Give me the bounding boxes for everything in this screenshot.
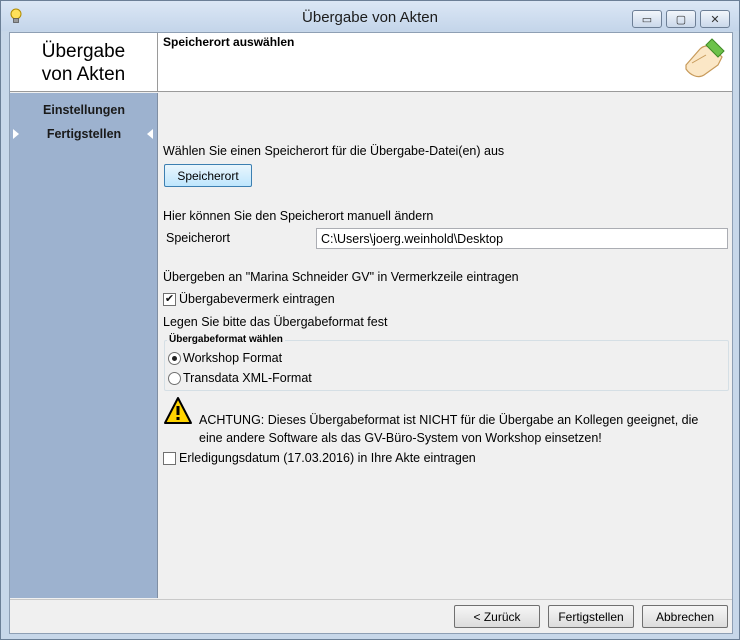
- warning-icon: [164, 397, 192, 424]
- window-title: Übergabe von Akten: [302, 9, 438, 26]
- minimize-button[interactable]: ▭: [632, 10, 662, 28]
- workshop-format-radio[interactable]: [168, 352, 181, 365]
- active-step-right-marker-icon: [147, 129, 153, 139]
- app-title: Übergabe von Akten: [42, 40, 125, 86]
- format-group-legend: Übergabeformat wählen: [167, 334, 285, 345]
- note-prompt: Übergeben an "Marina Schneider GV" in Ve…: [163, 270, 519, 284]
- handover-note-label: Übergabevermerk eintragen: [179, 292, 335, 306]
- sidebar-item-einstellungen[interactable]: Einstellungen: [10, 103, 158, 117]
- wizard-client-area: Übergabe von Akten Speicherort auswählen…: [9, 32, 733, 634]
- warning-line-1: ACHTUNG: Dieses Übergabeformat ist NICHT…: [199, 413, 699, 427]
- manual-location-prompt: Hier können Sie den Speicherort manuell …: [163, 209, 434, 223]
- finish-button[interactable]: Fertigstellen: [548, 605, 634, 628]
- cancel-button[interactable]: Abbrechen: [642, 605, 728, 628]
- choose-location-prompt: Wählen Sie einen Speicherort für die Übe…: [163, 144, 505, 158]
- warning-line-2: eine andere Software als das GV-Büro-Sys…: [199, 431, 602, 445]
- back-button[interactable]: < Zurück: [454, 605, 540, 628]
- workshop-format-label: Workshop Format: [183, 351, 283, 365]
- step-header: Speicherort auswählen: [158, 33, 732, 92]
- hand-icon: [685, 38, 725, 78]
- format-prompt: Legen Sie bitte das Übergabeformat fest: [163, 315, 388, 329]
- completion-date-checkbox[interactable]: [163, 452, 176, 465]
- wizard-sidebar: Einstellungen Fertigstellen: [10, 93, 158, 598]
- completion-date-label: Erledigungsdatum (17.03.2016) in Ihre Ak…: [179, 451, 476, 465]
- maximize-button[interactable]: ▢: [666, 10, 696, 28]
- path-input[interactable]: [316, 228, 728, 249]
- close-button[interactable]: ✕: [700, 10, 730, 28]
- wizard-footer: < Zurück Fertigstellen Abbrechen: [10, 599, 732, 633]
- choose-location-button[interactable]: Speicherort: [164, 164, 252, 187]
- close-icon: ✕: [710, 13, 720, 26]
- handover-note-checkbox[interactable]: ✔: [163, 293, 176, 306]
- wizard-window: Übergabe von Akten ▭ ▢ ✕ Übergabe von Ak…: [0, 0, 740, 640]
- transdata-format-radio[interactable]: [168, 372, 181, 385]
- radio-selected-dot-icon: [172, 356, 177, 361]
- sidebar-item-fertigstellen[interactable]: Fertigstellen: [10, 127, 158, 141]
- app-title-line-1: Übergabe: [41, 40, 126, 62]
- title-bar[interactable]: Übergabe von Akten ▭ ▢ ✕: [1, 1, 739, 31]
- step-title: Speicherort auswählen: [163, 35, 295, 49]
- path-label: Speicherort: [166, 231, 230, 245]
- app-title-line-2: von Akten: [41, 63, 126, 85]
- maximize-icon: ▢: [675, 13, 687, 26]
- minimize-icon: ▭: [641, 13, 653, 26]
- transdata-format-label: Transdata XML-Format: [183, 371, 312, 385]
- app-title-panel: Übergabe von Akten: [10, 33, 158, 92]
- checkmark-icon: ✔: [164, 293, 175, 305]
- wizard-content: Wählen Sie einen Speicherort für die Übe…: [158, 93, 732, 598]
